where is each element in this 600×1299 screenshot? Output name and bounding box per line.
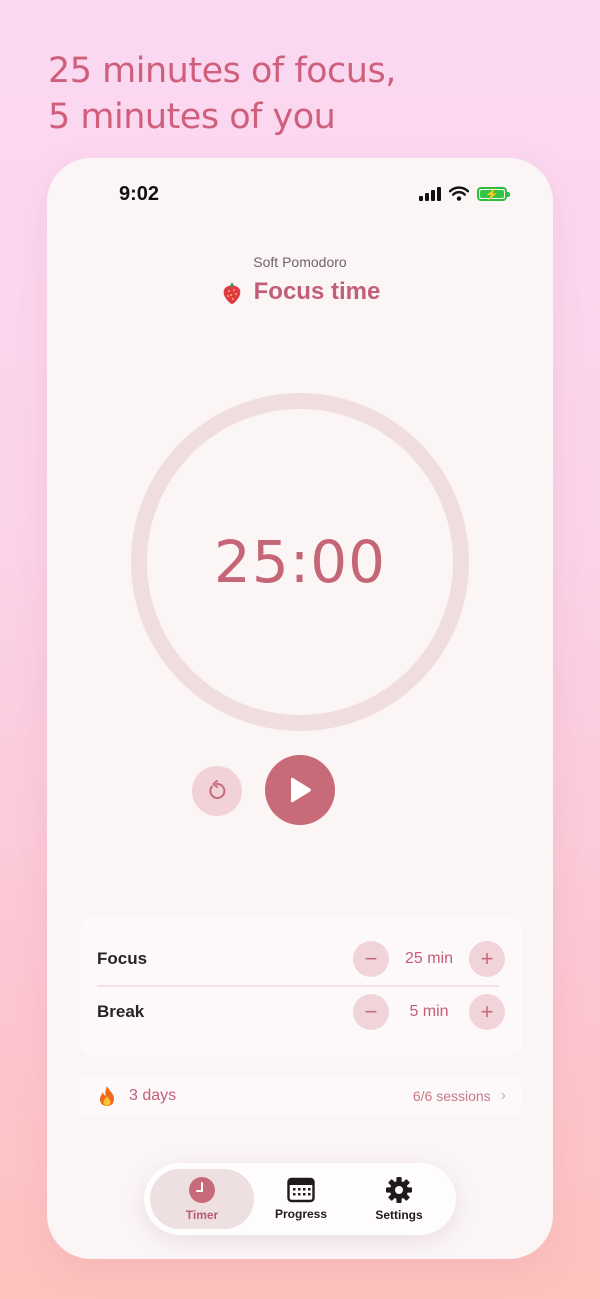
status-icons: ⚡ <box>419 186 510 201</box>
battery-charging-icon: ⚡ <box>477 186 510 201</box>
break-duration-row: Break − 5 min + <box>97 987 505 1037</box>
reset-icon <box>209 780 226 799</box>
break-label: Break <box>97 1002 145 1021</box>
play-icon <box>291 777 311 803</box>
calendar-icon <box>287 1177 315 1203</box>
streak-card[interactable]: 3 days 6/6 sessions › <box>80 1075 522 1117</box>
tab-bar: Timer Progress Settings <box>144 1163 456 1235</box>
mode-header: Focus time <box>47 278 553 306</box>
streak-days: 3 days <box>129 1087 177 1104</box>
status-time: 9:02 <box>119 183 160 205</box>
strawberry-icon <box>223 282 240 304</box>
focus-decrease-button[interactable]: − <box>353 941 389 977</box>
break-decrease-button[interactable]: − <box>353 994 389 1030</box>
focus-duration-row: Focus − 25 min + <box>97 934 505 984</box>
break-increase-button[interactable]: + <box>469 994 505 1030</box>
phone-screen: 9:02 ⚡ Soft Pomodoro Focus time 25:00 Fo… <box>47 158 553 1259</box>
chevron-right-icon: › <box>500 1087 506 1104</box>
headline: 25 minutes of focus, 5 minutes of you <box>48 48 396 140</box>
focus-increase-button[interactable]: + <box>469 941 505 977</box>
duration-settings-card: Focus − 25 min + Break − 5 min + <box>80 916 522 1056</box>
timer-display: 25:00 <box>213 528 387 596</box>
headline-line-1: 25 minutes of focus, <box>48 51 396 91</box>
tab-progress[interactable]: Progress <box>260 1169 342 1229</box>
mode-title: Focus time <box>253 278 381 305</box>
tab-timer-label: Timer <box>185 1208 219 1222</box>
tab-timer[interactable]: Timer <box>150 1169 254 1229</box>
wifi-icon <box>449 186 469 201</box>
signal-icon <box>419 186 441 201</box>
streak-sessions: 6/6 sessions <box>412 1088 491 1104</box>
gear-icon <box>386 1177 412 1203</box>
reset-button[interactable] <box>192 766 242 816</box>
break-duration-value: 5 min <box>409 1003 449 1020</box>
timer-icon <box>189 1177 215 1203</box>
fire-icon <box>100 1086 114 1106</box>
tab-settings[interactable]: Settings <box>356 1169 442 1229</box>
focus-duration-value: 25 min <box>404 950 454 967</box>
tab-progress-label: Progress <box>274 1207 328 1221</box>
focus-label: Focus <box>97 949 148 968</box>
app-name: Soft Pomodoro <box>253 254 347 270</box>
tab-settings-label: Settings <box>375 1208 423 1222</box>
headline-line-2: 5 minutes of you <box>48 97 336 137</box>
play-button[interactable] <box>265 755 335 825</box>
